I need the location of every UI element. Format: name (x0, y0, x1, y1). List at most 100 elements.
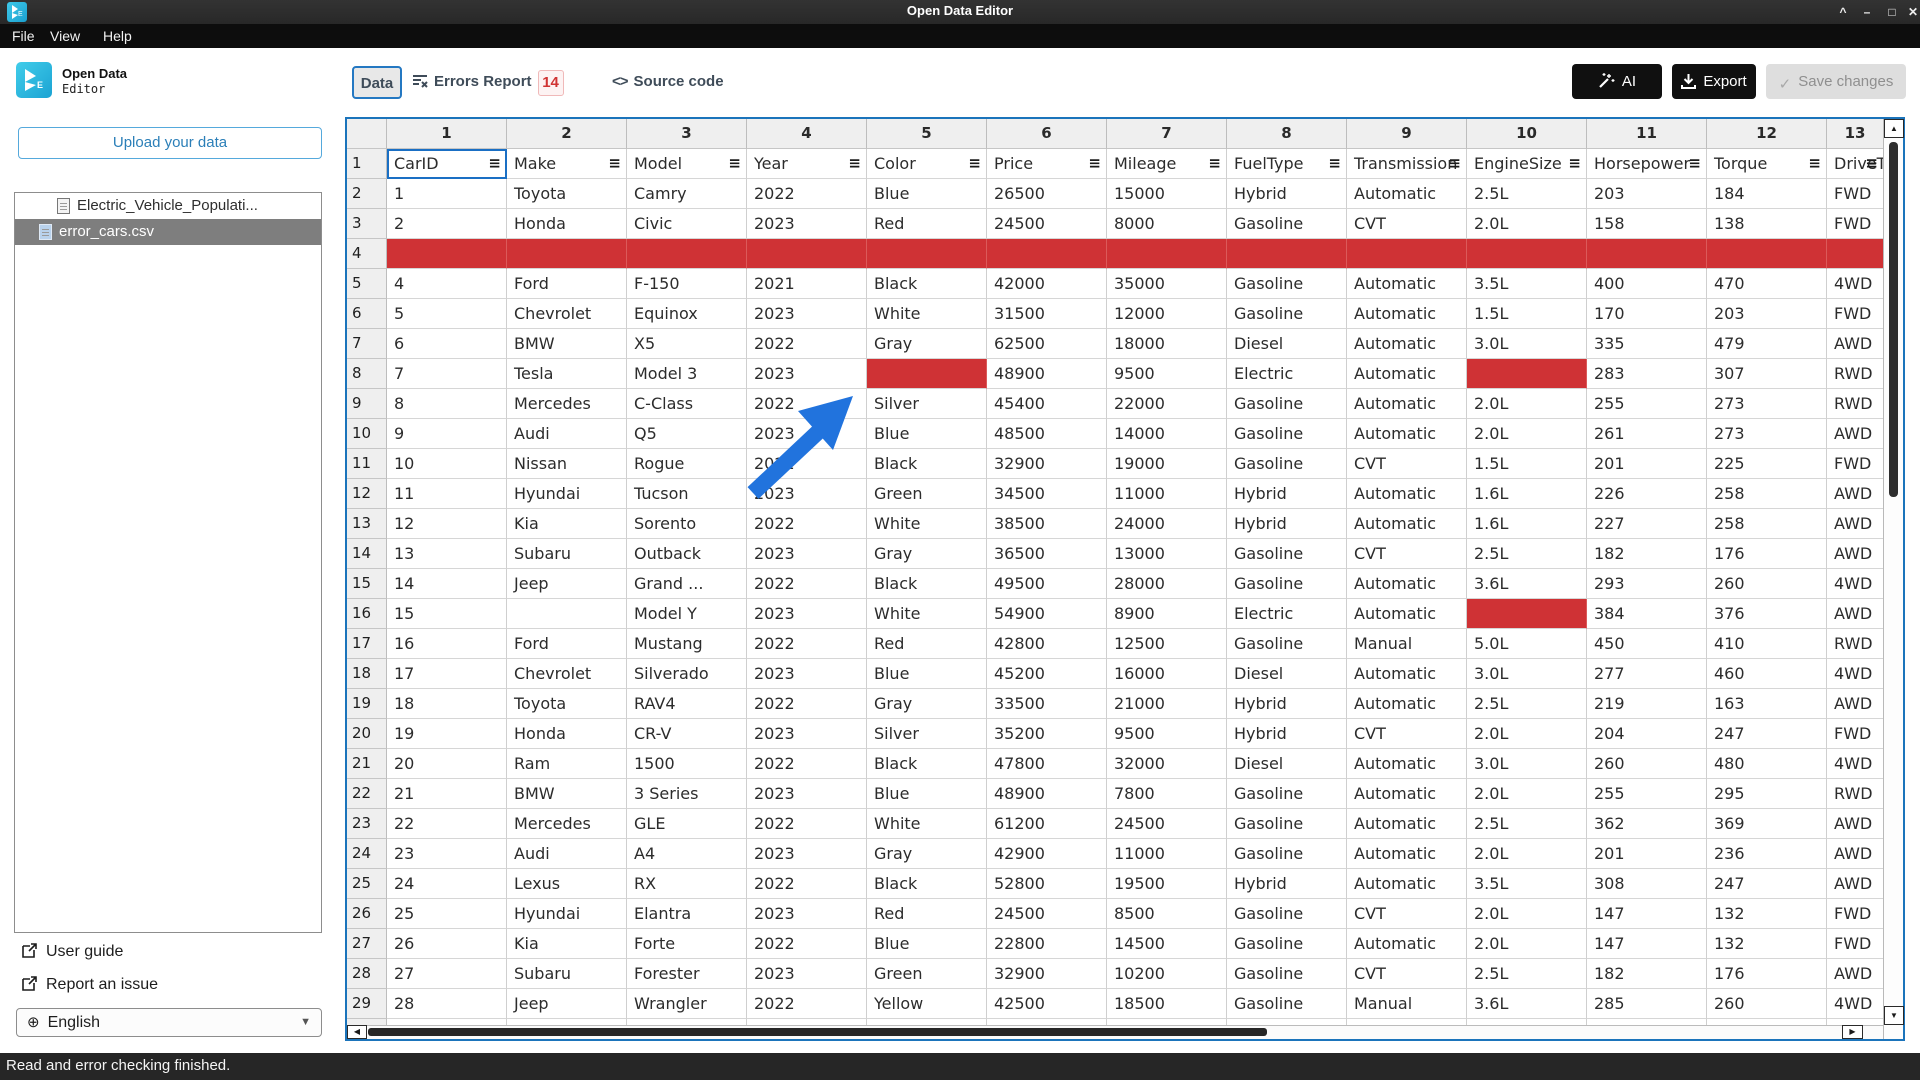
data-cell[interactable]: 21 (387, 779, 507, 809)
data-cell[interactable]: RX (627, 869, 747, 899)
data-cell[interactable]: 2.5L (1467, 959, 1587, 989)
data-cell[interactable]: 45400 (987, 389, 1107, 419)
data-cell[interactable]: RWD (1827, 629, 1883, 659)
data-cell[interactable]: 2022 (747, 389, 867, 419)
data-cell[interactable]: Gasoline (1227, 629, 1347, 659)
data-cell[interactable]: Hybrid (1227, 509, 1347, 539)
data-cell[interactable]: 2022 (747, 929, 867, 959)
data-cell[interactable]: White (867, 809, 987, 839)
data-cell[interactable]: Automatic (1347, 359, 1467, 389)
data-cell[interactable]: 22800 (987, 929, 1107, 959)
column-menu-icon[interactable]: ≡ (968, 149, 981, 178)
data-cell[interactable]: 3.6L (1467, 989, 1587, 1019)
data-cell[interactable]: 132 (1707, 899, 1827, 929)
data-cell[interactable]: Mercedes (507, 809, 627, 839)
data-cell[interactable]: 225 (1707, 449, 1827, 479)
menu-help[interactable]: Help (95, 25, 140, 47)
data-cell[interactable]: 2022 (747, 869, 867, 899)
minimize-button[interactable]: – (1856, 2, 1878, 22)
data-cell[interactable]: 293 (1587, 569, 1707, 599)
data-cell[interactable]: Blue (867, 929, 987, 959)
data-cell[interactable]: 163 (1707, 689, 1827, 719)
error-cell[interactable] (1827, 239, 1883, 269)
data-cell[interactable]: Gray (867, 839, 987, 869)
data-cell[interactable]: White (867, 299, 987, 329)
data-cell[interactable]: 176 (1707, 959, 1827, 989)
data-cell[interactable]: Audi (507, 419, 627, 449)
data-cell[interactable]: 7800 (1107, 779, 1227, 809)
data-cell[interactable]: Gasoline (1227, 299, 1347, 329)
row-header[interactable]: 24 (347, 839, 387, 869)
column-menu-icon[interactable]: ≡ (608, 149, 621, 178)
data-cell[interactable]: 260 (1587, 749, 1707, 779)
data-cell[interactable]: Automatic (1347, 659, 1467, 689)
scroll-right-button[interactable]: ▶ (1842, 1025, 1863, 1039)
data-cell[interactable]: 11000 (1107, 839, 1227, 869)
data-cell[interactable]: 2.0L (1467, 719, 1587, 749)
data-cell[interactable]: CVT (1347, 209, 1467, 239)
data-cell[interactable]: Red (867, 899, 987, 929)
data-cell[interactable]: Subaru (507, 959, 627, 989)
data-cell[interactable]: Grand ... (627, 569, 747, 599)
scroll-down-button[interactable]: ▼ (1884, 1006, 1904, 1025)
error-cell[interactable] (1107, 239, 1227, 269)
column-header[interactable]: 12 (1707, 119, 1827, 149)
data-cell[interactable]: 13 (387, 539, 507, 569)
error-cell[interactable] (1707, 239, 1827, 269)
data-cell[interactable]: 32900 (987, 959, 1107, 989)
data-cell[interactable]: Sorento (627, 509, 747, 539)
data-cell[interactable]: AWD (1827, 869, 1883, 899)
data-cell[interactable]: 182 (1587, 539, 1707, 569)
data-cell[interactable]: Green (867, 479, 987, 509)
data-cell[interactable]: Automatic (1347, 869, 1467, 899)
data-cell[interactable]: 2.0L (1467, 779, 1587, 809)
data-cell[interactable]: 8 (387, 389, 507, 419)
data-cell[interactable]: 2023 (747, 479, 867, 509)
column-menu-icon[interactable]: ≡ (1448, 149, 1461, 178)
data-cell[interactable]: Black (867, 869, 987, 899)
data-cell[interactable]: Mustang (627, 629, 747, 659)
data-cell[interactable]: 204 (1587, 719, 1707, 749)
row-header[interactable]: 14 (347, 539, 387, 569)
data-cell[interactable]: Black (867, 569, 987, 599)
data-cell[interactable]: Automatic (1347, 839, 1467, 869)
data-cell[interactable]: GLE (627, 809, 747, 839)
row-header[interactable]: 18 (347, 659, 387, 689)
data-cell[interactable]: 201 (1587, 449, 1707, 479)
report-issue-link[interactable]: Report an issue (22, 976, 158, 996)
data-cell[interactable]: FWD (1827, 209, 1883, 239)
data-cell[interactable]: 2023 (747, 659, 867, 689)
data-cell[interactable]: 479 (1707, 329, 1827, 359)
data-cell[interactable]: Gasoline (1227, 269, 1347, 299)
data-cell[interactable]: 147 (1587, 929, 1707, 959)
data-cell[interactable]: Automatic (1347, 179, 1467, 209)
data-cell[interactable]: Toyota (507, 179, 627, 209)
data-cell[interactable]: 2022 (747, 989, 867, 1019)
row-header[interactable]: 22 (347, 779, 387, 809)
column-header[interactable]: 3 (627, 119, 747, 149)
data-cell[interactable]: AWD (1827, 809, 1883, 839)
data-cell[interactable]: Model 3 (627, 359, 747, 389)
row-header[interactable]: 15 (347, 569, 387, 599)
data-cell[interactable]: 9 (387, 419, 507, 449)
data-cell[interactable]: 5.0L (1467, 629, 1587, 659)
data-cell[interactable]: Hyundai (507, 899, 627, 929)
column-menu-icon[interactable]: ≡ (488, 149, 501, 178)
close-button[interactable]: ✕ (1902, 2, 1920, 22)
data-cell[interactable]: 255 (1587, 779, 1707, 809)
data-cell[interactable]: 3.6L (1467, 569, 1587, 599)
error-cell[interactable] (1467, 359, 1587, 389)
data-cell[interactable]: 24500 (987, 899, 1107, 929)
data-cell[interactable]: 12500 (1107, 629, 1227, 659)
data-cell[interactable]: Blue (867, 779, 987, 809)
data-cell[interactable]: Automatic (1347, 569, 1467, 599)
data-cell[interactable]: 35000 (1107, 269, 1227, 299)
data-cell[interactable]: 158 (1587, 209, 1707, 239)
data-cell[interactable]: 273 (1707, 389, 1827, 419)
data-cell[interactable]: Civic (627, 209, 747, 239)
data-cell[interactable]: A4 (627, 839, 747, 869)
data-cell[interactable]: 18 (387, 689, 507, 719)
row-header[interactable]: 8 (347, 359, 387, 389)
column-menu-icon[interactable]: ≡ (1328, 149, 1341, 178)
data-cell[interactable]: 26 (387, 929, 507, 959)
